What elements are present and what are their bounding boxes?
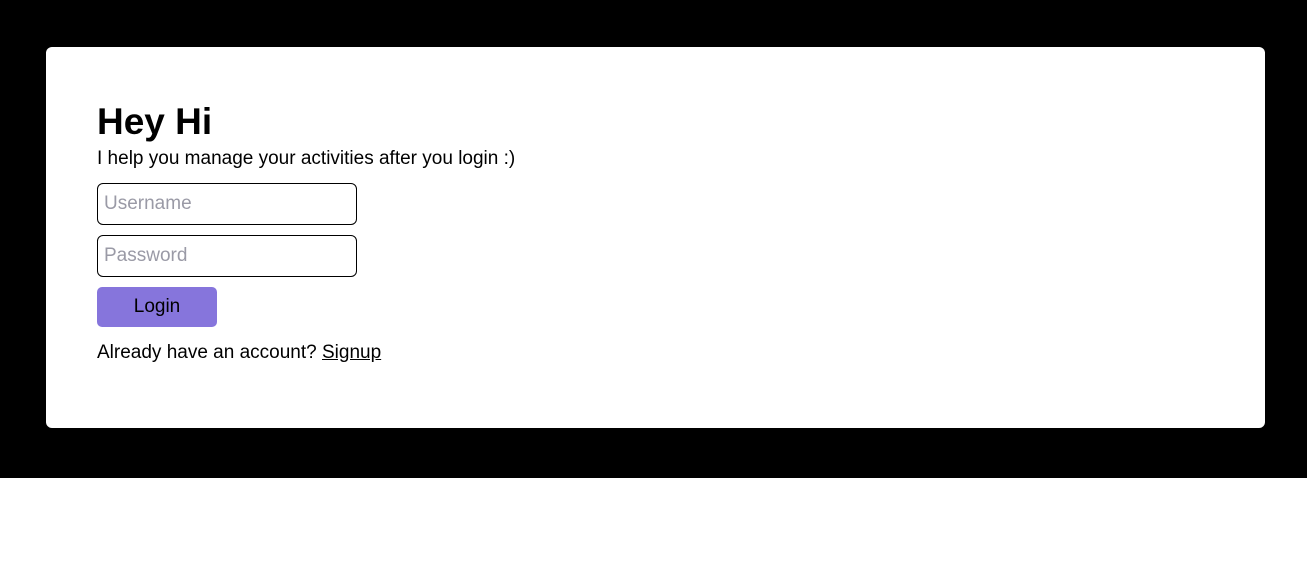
login-button[interactable]: Login: [97, 287, 217, 327]
password-input[interactable]: [97, 235, 357, 277]
page-title: Hey Hi: [97, 101, 213, 142]
signup-prompt-text: Already have an account?: [97, 342, 322, 363]
username-input[interactable]: [97, 183, 357, 225]
signup-prompt: Already have an account? Signup: [97, 341, 381, 365]
page-subtitle: I help you manage your activities after …: [97, 148, 516, 169]
signup-link[interactable]: Signup: [322, 342, 381, 363]
login-card: Hey Hi I help you manage your activities…: [46, 47, 1265, 428]
